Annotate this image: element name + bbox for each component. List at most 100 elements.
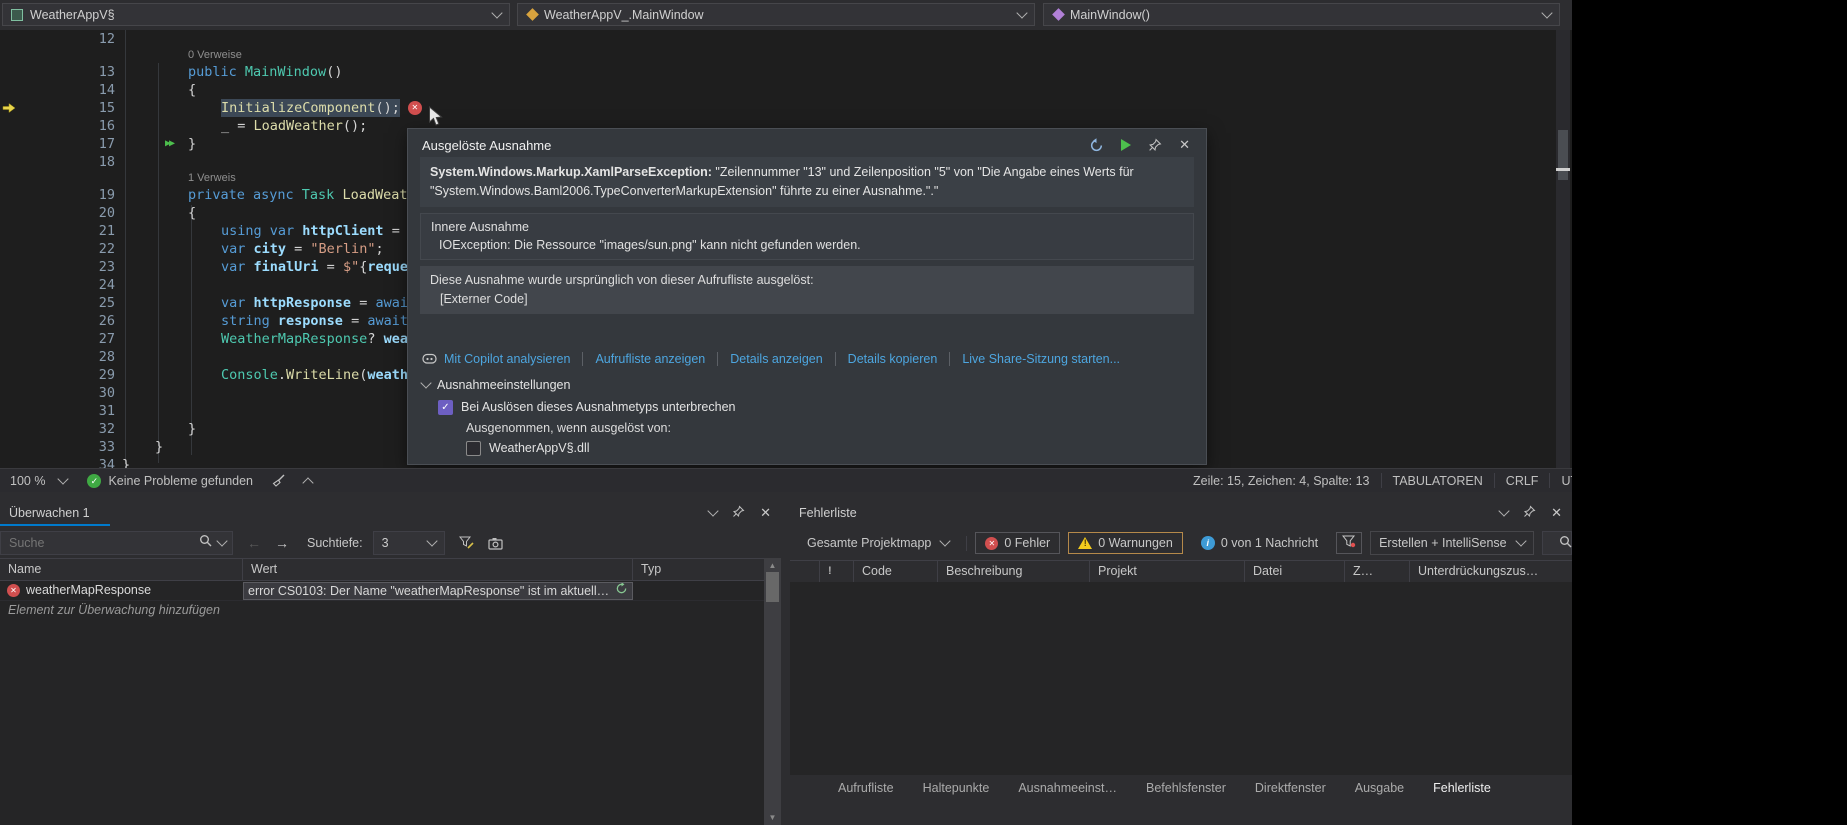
- class-dropdown[interactable]: WeatherAppV_.MainWindow: [517, 3, 1035, 26]
- column-header-severity[interactable]: !: [820, 561, 854, 583]
- copy-details-link[interactable]: Details kopieren: [848, 352, 938, 366]
- break-on-exception-checkbox[interactable]: ✓: [438, 399, 453, 415]
- scope-filter-dropdown[interactable]: Gesamte Projektmapp: [798, 531, 958, 555]
- callstack-entry[interactable]: [Externer Code]: [430, 290, 1184, 309]
- refresh-icon[interactable]: [615, 582, 628, 599]
- breakpoint-gutter[interactable]: [0, 117, 18, 135]
- column-header-code[interactable]: Code: [854, 561, 938, 583]
- breakpoint-gutter[interactable]: [0, 153, 18, 171]
- breakpoint-gutter[interactable]: [0, 240, 18, 258]
- next-result-button[interactable]: →: [275, 535, 289, 551]
- scroll-up-icon[interactable]: ▲: [764, 561, 781, 570]
- document-health-indicator[interactable]: ✓ Keine Probleme gefunden: [77, 469, 263, 492]
- codelens-references[interactable]: 0 Verweise: [122, 48, 242, 63]
- exception-settings-expander[interactable]: Ausnahmeeinstellungen: [420, 376, 1194, 392]
- column-header-projekt[interactable]: Projekt: [1090, 561, 1245, 583]
- editor-vertical-scrollbar[interactable]: [1556, 30, 1570, 468]
- column-header-zeile[interactable]: Z…: [1345, 561, 1410, 583]
- watch-title-bar[interactable]: Überwachen 1 ✕: [0, 500, 781, 526]
- window-position-icon[interactable]: [707, 505, 719, 517]
- exception-error-icon[interactable]: ✕: [407, 101, 422, 115]
- pin-icon[interactable]: [1148, 138, 1162, 152]
- column-header-unterdrueckung[interactable]: Unterdrückungszus…: [1410, 561, 1572, 583]
- breakpoint-gutter[interactable]: [0, 366, 18, 384]
- breakpoint-gutter[interactable]: [0, 63, 18, 81]
- breakpoint-gutter[interactable]: [0, 438, 18, 456]
- column-header-wert[interactable]: Wert: [243, 559, 633, 580]
- close-icon[interactable]: ✕: [1551, 505, 1562, 521]
- scrollbar-thumb[interactable]: [766, 572, 779, 602]
- tab-haltepunkte[interactable]: Haltepunkte: [923, 781, 990, 795]
- caret-position-indicator[interactable]: Zeile: 15, Zeichen: 4, Spalte: 13: [1182, 474, 1381, 488]
- breakpoint-gutter[interactable]: [0, 204, 18, 222]
- indent-mode-indicator[interactable]: TABULATOREN: [1382, 474, 1494, 488]
- tab-aufrufliste[interactable]: Aufrufliste: [838, 781, 894, 795]
- column-header-datei[interactable]: Datei: [1245, 561, 1345, 583]
- error-list-search-input[interactable]: [1548, 535, 1553, 551]
- tab-ausgabe[interactable]: Ausgabe: [1355, 781, 1404, 795]
- column-header-beschreibung[interactable]: Beschreibung: [938, 561, 1090, 583]
- pin-icon[interactable]: [732, 505, 745, 521]
- line-ending-indicator[interactable]: CRLF: [1495, 474, 1550, 488]
- zoom-dropdown[interactable]: 100 %: [0, 469, 77, 492]
- code-editor[interactable]: 12 0 Verweise 13 public MainWindow() 14 {15 In…: [0, 30, 1572, 468]
- breakpoint-gutter[interactable]: [0, 30, 18, 48]
- error-list-search-box[interactable]: [1541, 531, 1572, 555]
- previous-result-button[interactable]: ←: [247, 535, 261, 551]
- module-exclude-checkbox[interactable]: [466, 440, 481, 456]
- filter-pencil-icon[interactable]: [458, 536, 474, 550]
- warnings-filter-button[interactable]: 0 Warnungen: [1068, 532, 1183, 554]
- breakpoint-gutter[interactable]: [0, 222, 18, 240]
- search-depth-dropdown[interactable]: 3: [372, 531, 445, 555]
- watch-search-box[interactable]: [0, 531, 233, 555]
- analyze-with-copilot-link[interactable]: Mit Copilot analysieren: [444, 352, 570, 366]
- breakpoint-gutter[interactable]: [0, 402, 18, 420]
- show-details-link[interactable]: Details anzeigen: [730, 352, 822, 366]
- error-list-body[interactable]: [790, 582, 1572, 775]
- project-dropdown[interactable]: WeatherAppV§: [2, 3, 510, 26]
- watch-item-value[interactable]: error CS0103: Der Name "weatherMapRespon…: [243, 581, 633, 600]
- breakpoint-gutter[interactable]: [0, 384, 18, 402]
- breakpoint-gutter[interactable]: [0, 330, 18, 348]
- breakpoint-gutter[interactable]: [0, 294, 18, 312]
- encoding-indicator[interactable]: UTF-8 with BO: [1550, 474, 1572, 488]
- code-cleanup-broom-icon[interactable]: [271, 473, 286, 488]
- error-list-title-bar[interactable]: Fehlerliste ✕: [790, 500, 1572, 526]
- breakpoint-gutter[interactable]: [0, 348, 18, 366]
- breakpoint-gutter[interactable]: [0, 276, 18, 294]
- scroll-down-icon[interactable]: ▼: [764, 813, 781, 822]
- tab-direktfenster[interactable]: Direktfenster: [1255, 781, 1326, 795]
- window-position-icon[interactable]: [1498, 505, 1510, 517]
- codelens-references[interactable]: 1 Verweis: [122, 171, 236, 186]
- filter-errors-button[interactable]: [1336, 532, 1363, 554]
- source-filter-dropdown[interactable]: Erstellen + IntelliSense: [1370, 531, 1534, 555]
- breakpoint-gutter[interactable]: [0, 135, 18, 153]
- pin-icon[interactable]: [1523, 505, 1536, 521]
- watch-item-name[interactable]: ✕ weatherMapResponse: [0, 581, 243, 600]
- breakpoint-gutter[interactable]: [0, 420, 18, 438]
- column-header-typ[interactable]: Typ: [633, 559, 764, 580]
- breakpoint-gutter[interactable]: [0, 312, 18, 330]
- close-icon[interactable]: ✕: [1179, 137, 1190, 153]
- messages-filter-button[interactable]: i 0 von 1 Nachricht: [1191, 532, 1328, 554]
- rewind-history-icon[interactable]: [1089, 137, 1104, 153]
- close-icon[interactable]: ✕: [760, 505, 771, 521]
- tab-fehlerliste[interactable]: Fehlerliste: [1433, 781, 1491, 795]
- show-callstack-link[interactable]: Aufrufliste anzeigen: [595, 352, 705, 366]
- scrollbar-thumb[interactable]: [1558, 130, 1568, 180]
- chevron-down-icon[interactable]: [216, 535, 228, 547]
- breakpoint-gutter[interactable]: [0, 186, 18, 204]
- tab-ausnahmeeinstellungen[interactable]: Ausnahmeeinst…: [1018, 781, 1117, 795]
- camera-icon[interactable]: [487, 537, 503, 550]
- continue-execution-icon[interactable]: [1121, 139, 1132, 151]
- column-header-name[interactable]: Name: [0, 559, 243, 580]
- breakpoint-gutter[interactable]: [0, 456, 18, 468]
- tab-befehlsfenster[interactable]: Befehlsfenster: [1146, 781, 1226, 795]
- current-statement-arrow-icon[interactable]: [0, 99, 18, 117]
- watch-search-input[interactable]: [7, 535, 193, 551]
- start-live-share-link[interactable]: Live Share-Sitzung starten...: [962, 352, 1120, 366]
- errors-filter-button[interactable]: ✕ 0 Fehler: [975, 532, 1061, 554]
- run-to-click-icon[interactable]: ▶▶: [165, 135, 175, 153]
- add-watch-row[interactable]: Element zur Überwachung hinzufügen: [0, 601, 764, 620]
- breakpoint-gutter[interactable]: [0, 81, 18, 99]
